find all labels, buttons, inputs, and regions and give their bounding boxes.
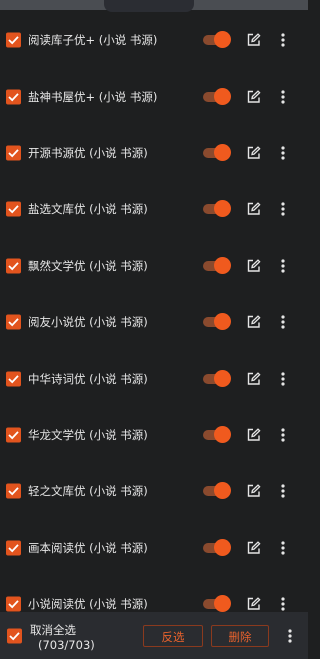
source-name: 中华诗词优 (小说 书源) <box>28 371 148 386</box>
edit-icon[interactable] <box>246 145 261 160</box>
toggle-thumb <box>214 482 231 500</box>
more-vert-icon[interactable] <box>277 89 289 105</box>
source-row[interactable]: 华龙文学优 (小说 书源) <box>0 407 308 463</box>
toggle-thumb <box>214 31 231 49</box>
source-enable-toggle[interactable] <box>203 143 231 162</box>
edit-icon[interactable] <box>246 202 261 217</box>
source-name: 轻之文库优 (小说 书源) <box>28 484 148 499</box>
edit-icon[interactable] <box>246 258 261 273</box>
edit-icon[interactable] <box>246 33 261 48</box>
source-checkbox[interactable] <box>6 314 21 330</box>
source-enable-toggle[interactable] <box>203 482 231 500</box>
source-enable-toggle[interactable] <box>203 313 231 331</box>
source-name: 小说阅读优 (小说 书源) <box>28 597 148 612</box>
edit-icon[interactable] <box>246 371 261 386</box>
toggle-thumb <box>214 369 231 387</box>
source-checkbox[interactable] <box>6 258 21 274</box>
more-vert-icon[interactable] <box>277 201 289 217</box>
source-name: 阅读库子优+ (小说 书源) <box>28 33 158 48</box>
edit-icon[interactable] <box>246 597 261 612</box>
edit-icon[interactable] <box>246 427 261 442</box>
more-vert-icon[interactable] <box>277 483 289 499</box>
source-checkbox[interactable] <box>6 483 21 499</box>
source-row[interactable]: 开源书源优 (小说 书源) <box>0 125 308 181</box>
source-enable-toggle[interactable] <box>203 200 231 218</box>
source-enable-toggle[interactable] <box>203 31 231 49</box>
source-list: 阅读库子优+ (小说 书源) 盐神书屋优+ (小说 书源) 开源书源优 (小说 书源… <box>0 12 308 632</box>
toggle-thumb <box>214 425 231 443</box>
source-checkbox[interactable] <box>6 89 21 105</box>
source-row[interactable]: 盐神书屋优+ (小说 书源) <box>0 68 308 124</box>
source-checkbox[interactable] <box>6 201 21 217</box>
source-row[interactable]: 轻之文库优 (小说 书源) <box>0 463 308 519</box>
source-name: 华龙文学优 (小说 书源) <box>28 427 148 442</box>
source-row[interactable]: 画本阅读优 (小说 书源) <box>0 520 308 576</box>
source-name: 画本阅读优 (小说 书源) <box>28 540 148 555</box>
source-row[interactable]: 阅友小说优 (小说 书源) <box>0 294 308 350</box>
edit-icon[interactable] <box>246 540 261 555</box>
book-source-manager: 阅读库子优+ (小说 书源) 盐神书屋优+ (小说 书源) 开源书源优 (小说 书源… <box>0 0 308 659</box>
source-name: 飘然文学优 (小说 书源) <box>28 258 148 273</box>
bottom-action-bar: 取消全选 (703/703) 反选 删除 <box>0 612 308 659</box>
source-row[interactable]: 盐选文库优 (小说 书源) <box>0 181 308 237</box>
more-vert-icon[interactable] <box>277 32 289 48</box>
more-vert-icon[interactable] <box>277 258 289 274</box>
source-name: 阅友小说优 (小说 书源) <box>28 315 148 330</box>
source-row[interactable]: 阅读库子优+ (小说 书源) <box>0 12 308 68</box>
source-enable-toggle[interactable] <box>203 256 231 275</box>
edit-icon[interactable] <box>246 484 261 499</box>
edit-icon[interactable] <box>246 89 261 104</box>
more-vert-icon[interactable] <box>277 596 289 612</box>
invert-selection-button[interactable]: 反选 <box>143 625 203 647</box>
toggle-thumb <box>214 256 231 274</box>
more-vert-icon[interactable] <box>277 540 289 556</box>
select-all-label[interactable]: 取消全选 <box>30 622 76 638</box>
source-checkbox[interactable] <box>6 540 21 556</box>
toggle-thumb <box>214 143 231 161</box>
source-checkbox[interactable] <box>6 427 21 443</box>
more-vert-icon[interactable] <box>284 628 296 644</box>
source-enable-toggle[interactable] <box>203 538 231 557</box>
select-all-checkbox[interactable] <box>7 628 22 643</box>
source-checkbox[interactable] <box>6 32 21 48</box>
more-vert-icon[interactable] <box>277 427 289 443</box>
source-checkbox[interactable] <box>6 596 21 612</box>
source-enable-toggle[interactable] <box>203 369 231 388</box>
edit-icon[interactable] <box>246 315 261 330</box>
source-enable-toggle[interactable] <box>203 595 231 613</box>
toggle-thumb <box>214 595 231 613</box>
source-name: 开源书源优 (小说 书源) <box>28 145 148 160</box>
toggle-thumb <box>214 538 231 556</box>
toggle-thumb <box>214 87 231 105</box>
source-enable-toggle[interactable] <box>203 425 231 444</box>
source-enable-toggle[interactable] <box>203 87 231 106</box>
source-row[interactable]: 飘然文学优 (小说 书源) <box>0 238 308 294</box>
source-checkbox[interactable] <box>6 145 21 161</box>
source-name: 盐选文库优 (小说 书源) <box>28 202 148 217</box>
source-row[interactable]: 中华诗词优 (小说 书源) <box>0 350 308 406</box>
top-handle <box>104 0 194 12</box>
source-name: 盐神书屋优+ (小说 书源) <box>28 89 158 104</box>
more-vert-icon[interactable] <box>277 371 289 387</box>
toggle-thumb <box>214 313 231 331</box>
toggle-thumb <box>214 200 231 218</box>
source-checkbox[interactable] <box>6 371 21 387</box>
more-vert-icon[interactable] <box>277 314 289 330</box>
selected-count: (703/703) <box>38 638 95 652</box>
delete-button[interactable]: 删除 <box>211 625 269 647</box>
more-vert-icon[interactable] <box>277 145 289 161</box>
